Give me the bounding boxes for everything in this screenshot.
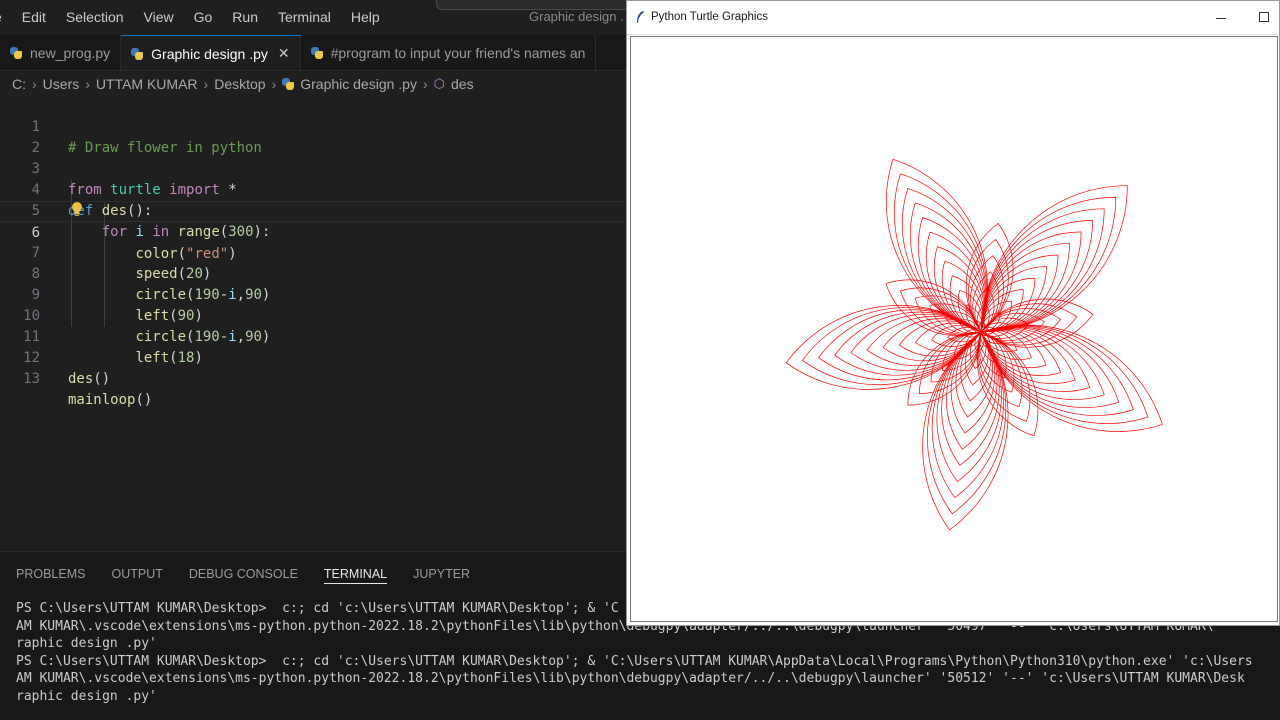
code-editor[interactable]: 1 # Draw flower in python 2 3 from turtl…: [0, 96, 626, 551]
chevron-right-icon: ›: [32, 76, 37, 92]
turtle-graphics-window[interactable]: Python Turtle Graphics: [626, 0, 1280, 626]
menu-run[interactable]: Run: [222, 9, 268, 25]
terminal-line: AM KUMAR\.vscode\extensions\ms-python.py…: [16, 671, 1245, 687]
menu-view[interactable]: View: [134, 9, 184, 25]
maximize-icon[interactable]: [1259, 12, 1269, 22]
code-line[interactable]: 5 for i in range(300):: [0, 180, 626, 240]
code-line[interactable]: 1 # Draw flower in python: [0, 96, 626, 156]
tab-problems[interactable]: PROBLEMS: [16, 552, 85, 596]
code-line[interactable]: 10 circle(190-i,90): [0, 285, 626, 345]
tab-label: #program to input your friend's names an: [330, 45, 586, 61]
chevron-right-icon: ›: [203, 76, 209, 92]
code-line[interactable]: 2: [0, 117, 626, 156]
tab-label: new_prog.py: [30, 45, 111, 61]
feather-icon: [637, 11, 644, 23]
symbol-method-icon: ⬡: [433, 76, 445, 91]
breadcrumb: C: › Users › UTTAM KUMAR › Desktop › Gra…: [0, 72, 626, 96]
tab-label: Graphic design .py: [151, 45, 268, 62]
menu-selection[interactable]: Selection: [56, 9, 134, 25]
turtle-title-bar[interactable]: Python Turtle Graphics: [627, 1, 1279, 35]
code-line[interactable]: 9 left(90): [0, 264, 626, 324]
code-text: mainloop(): [68, 392, 153, 408]
menu-terminal[interactable]: Terminal: [268, 9, 341, 25]
tab-new-prog[interactable]: new_prog.py: [0, 35, 122, 70]
chevron-right-icon: ›: [271, 76, 277, 92]
python-file-icon: [131, 47, 144, 60]
breadcrumb-users[interactable]: Users: [43, 76, 80, 92]
tab-output[interactable]: OUTPUT: [111, 552, 162, 596]
turtle-window-title: Python Turtle Graphics: [651, 11, 768, 23]
code-line[interactable]: 12 des(): [0, 327, 626, 387]
menu-file[interactable]: e: [0, 9, 12, 25]
editor-tab-bar: new_prog.py Graphic design .py ✕ #progra…: [0, 35, 626, 71]
code-line[interactable]: 8 circle(190-i,90): [0, 243, 626, 303]
close-icon[interactable]: ✕: [278, 45, 290, 62]
code-line[interactable]: 4 def des():: [0, 159, 626, 219]
breadcrumb-desktop[interactable]: Desktop: [214, 76, 265, 92]
code-line[interactable]: 13 mainloop(): [0, 348, 626, 408]
code-line[interactable]: 11 left(18): [0, 306, 626, 366]
breadcrumb-symbol[interactable]: des: [451, 76, 474, 92]
breadcrumb-user[interactable]: UTTAM KUMAR: [96, 76, 198, 92]
tab-friends-names[interactable]: #program to input your friend's names an: [301, 35, 597, 70]
breadcrumb-file[interactable]: Graphic design .py: [300, 76, 417, 92]
tab-graphic-design[interactable]: Graphic design .py ✕: [121, 35, 301, 70]
python-file-icon: [282, 78, 295, 90]
code-line[interactable]: 7 speed(20): [0, 222, 626, 282]
panel-tab-bar: PROBLEMS OUTPUT DEBUG CONSOLE TERMINAL J…: [0, 552, 496, 596]
code-line-current[interactable]: 6 color("red"): [0, 201, 626, 262]
menu-help[interactable]: Help: [341, 9, 390, 25]
lightbulb-icon[interactable]: [70, 201, 84, 217]
flower-petal-strokes: [785, 158, 1163, 531]
tab-debug-console[interactable]: DEBUG CONSOLE: [189, 552, 298, 596]
flower-petals: [785, 158, 1163, 531]
terminal-line: raphic design .py': [16, 636, 157, 652]
window-title: Graphic design .: [529, 9, 624, 24]
minimize-icon[interactable]: [1216, 18, 1226, 19]
python-file-icon: [10, 47, 22, 59]
chevron-right-icon: ›: [85, 76, 90, 92]
terminal-line: PS C:\Users\UTTAM KUMAR\Desktop> c:; cd …: [16, 653, 1253, 669]
code-line[interactable]: 3 from turtle import *: [0, 138, 626, 198]
tab-jupyter[interactable]: JUPYTER: [413, 552, 470, 596]
line-number: 13: [23, 371, 40, 387]
turtle-canvas[interactable]: [630, 36, 1278, 622]
flower-drawing: [785, 158, 1163, 531]
terminal-line: raphic design .py': [16, 688, 157, 704]
menu-edit[interactable]: Edit: [12, 9, 56, 25]
breadcrumb-drive[interactable]: C:: [12, 76, 26, 92]
code-text: des(): [68, 371, 111, 387]
python-file-icon: [310, 47, 323, 59]
tab-terminal[interactable]: TERMINAL: [323, 552, 388, 596]
chevron-right-icon: ›: [422, 76, 428, 92]
menu-go[interactable]: Go: [184, 9, 223, 25]
